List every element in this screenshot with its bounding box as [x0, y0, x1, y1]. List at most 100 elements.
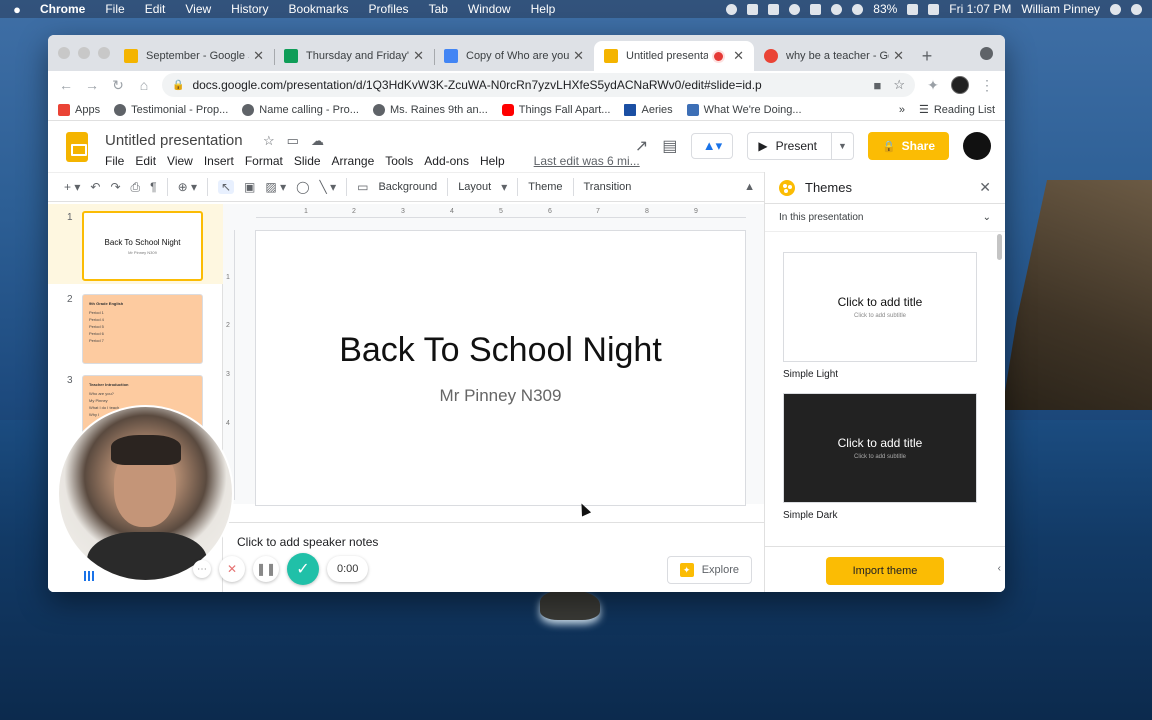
theme-name[interactable]: Simple Dark — [783, 510, 837, 521]
text-box-icon[interactable]: ▣ — [244, 180, 255, 194]
browser-tab-active[interactable]: Untitled presentatio ✕ — [594, 41, 754, 71]
finish-recording-button[interactable]: ✓ — [287, 553, 319, 585]
siri-icon[interactable] — [1131, 3, 1142, 15]
current-slide[interactable]: Back To School Night Mr Pinney N309 — [255, 230, 746, 506]
theme-card-simple-light[interactable]: Click to add title Click to add subtitle — [783, 252, 977, 362]
shield-icon[interactable] — [810, 3, 822, 15]
slides-logo-icon[interactable] — [66, 132, 88, 162]
bookmark-item[interactable]: What We're Doing... — [686, 103, 802, 116]
theme-button[interactable]: Theme — [528, 181, 562, 193]
side-panel-toggle-icon[interactable]: ‹ — [998, 563, 1001, 574]
browser-tab[interactable]: why be a teacher - Go ✕ — [754, 41, 914, 71]
activity-trend-icon[interactable]: ↗ — [635, 136, 648, 156]
browser-tab[interactable]: Copy of Who are you - ✕ — [434, 41, 594, 71]
slides-menu-arrange[interactable]: Arrange — [332, 154, 375, 168]
reload-icon[interactable]: ↻ — [110, 77, 126, 94]
cancel-recording-button[interactable]: ✕ — [219, 556, 245, 582]
print-icon[interactable]: ⎙ — [131, 180, 141, 195]
contacts-icon[interactable] — [768, 3, 780, 15]
more-options-icon[interactable]: ⋯ — [193, 560, 211, 578]
star-icon[interactable]: ☆ — [263, 133, 275, 149]
menu-tab[interactable]: Tab — [429, 2, 448, 16]
url-text[interactable]: docs.google.com/presentation/d/1Q3HdKvW3… — [192, 78, 861, 92]
pause-recording-button[interactable]: ❚❚ — [253, 556, 279, 582]
menu-history[interactable]: History — [231, 2, 268, 16]
slides-menu-view[interactable]: View — [167, 154, 193, 168]
collapse-toolbar-icon[interactable]: ▲ — [744, 181, 755, 193]
menu-file[interactable]: File — [105, 2, 124, 16]
battery-percent[interactable]: 83% — [873, 2, 897, 16]
spotlight-search-icon[interactable] — [1110, 3, 1121, 15]
slides-menu-insert[interactable]: Insert — [204, 154, 234, 168]
apple-icon[interactable]: ● — [10, 2, 24, 17]
cloud-status-icon[interactable]: ☁ — [311, 133, 324, 149]
slides-menu-format[interactable]: Format — [245, 154, 283, 168]
menu-window[interactable]: Window — [468, 2, 511, 16]
present-button[interactable]: ▶ Present ▼ — [747, 132, 854, 160]
lock-icon[interactable]: 🔒 — [172, 80, 184, 91]
sync-icon[interactable] — [789, 3, 801, 15]
forward-arrow-icon[interactable]: → — [84, 77, 100, 93]
back-arrow-icon[interactable]: ← — [58, 77, 74, 93]
menu-edit[interactable]: Edit — [145, 2, 166, 16]
present-to-meeting-button[interactable]: ▲▾ — [691, 133, 734, 159]
bookmark-item[interactable]: Aeries — [624, 103, 673, 116]
document-title[interactable]: Untitled presentation — [105, 132, 243, 149]
kebab-menu-icon[interactable]: ⋮ — [979, 77, 995, 94]
menubar-user[interactable]: William Pinney — [1021, 2, 1100, 16]
browser-tab[interactable]: Thursday and Friday's ✕ — [274, 41, 434, 71]
undo-icon[interactable]: ↶ — [90, 180, 100, 194]
zoom-icon[interactable]: ⊕ ▾ — [178, 180, 197, 194]
close-window-button[interactable] — [58, 47, 70, 59]
close-tab-icon[interactable]: ✕ — [413, 48, 424, 64]
line-icon[interactable]: ╲ ▾ — [320, 180, 337, 194]
slides-menu-tools[interactable]: Tools — [385, 154, 413, 168]
paint-format-icon[interactable]: ¶ — [150, 180, 156, 194]
bookmark-item[interactable]: Testimonial - Prop... — [114, 103, 228, 116]
menu-view[interactable]: View — [185, 2, 211, 16]
more-bookmarks-icon[interactable]: » — [899, 104, 905, 116]
flag-icon[interactable] — [928, 3, 940, 15]
theme-card-simple-dark[interactable]: Click to add title Click to add subtitle — [783, 393, 977, 503]
themes-scrollbar[interactable] — [997, 234, 1002, 260]
account-avatar[interactable] — [963, 132, 991, 160]
minimize-window-button[interactable] — [78, 47, 90, 59]
bookmark-item[interactable]: Ms. Raines 9th an... — [372, 103, 488, 116]
horizontal-ruler[interactable]: 1 2 3 4 5 6 7 8 9 — [256, 208, 746, 218]
close-tab-icon[interactable]: ✕ — [893, 48, 904, 64]
microphone-icon[interactable] — [726, 3, 738, 15]
image-icon[interactable]: ▨ ▾ — [265, 180, 286, 194]
camera-icon[interactable]: ■ — [873, 78, 881, 93]
theme-name[interactable]: Simple Light — [783, 369, 838, 380]
slides-menu-slide[interactable]: Slide — [294, 154, 321, 168]
move-folder-icon[interactable]: ▭ — [287, 133, 299, 149]
profile-avatar[interactable] — [951, 76, 969, 94]
zoom-window-button[interactable] — [98, 47, 110, 59]
extensions-puzzle-icon[interactable]: ✦ — [925, 77, 941, 94]
slides-menu-edit[interactable]: Edit — [135, 154, 156, 168]
present-dropdown-icon[interactable]: ▼ — [832, 141, 853, 151]
slide-thumbnail[interactable]: Back To School Night Mr Pinney N309 — [82, 211, 203, 281]
bluetooth-icon[interactable] — [831, 3, 843, 15]
bookmark-apps[interactable]: Apps — [58, 103, 100, 116]
slide-thumbnail[interactable]: 9th Grade English Period 1 Period 4 Peri… — [82, 294, 203, 364]
close-tab-icon[interactable]: ✕ — [573, 48, 584, 64]
comment-add-icon[interactable]: ▭ — [357, 180, 368, 194]
shape-icon[interactable]: ◯ — [296, 180, 309, 194]
new-tab-button[interactable]: + — [914, 41, 940, 71]
bookmark-item[interactable]: Name calling - Pro... — [242, 103, 359, 116]
slide-title[interactable]: Back To School Night — [339, 331, 662, 370]
omnibox[interactable]: 🔒 docs.google.com/presentation/d/1Q3HdKv… — [162, 73, 915, 97]
last-edit-link[interactable]: Last edit was 6 mi... — [534, 154, 640, 168]
background-button[interactable]: Background — [378, 181, 437, 193]
menu-app-name[interactable]: Chrome — [40, 2, 85, 16]
speaker-notes-placeholder[interactable]: Click to add speaker notes — [237, 535, 378, 549]
import-theme-button[interactable]: Import theme — [826, 557, 944, 585]
slide-subtitle[interactable]: Mr Pinney N309 — [440, 386, 562, 406]
redo-icon[interactable]: ↷ — [110, 180, 120, 194]
reading-list-button[interactable]: ☰ Reading List — [919, 103, 995, 117]
wifi-icon[interactable] — [852, 3, 864, 15]
layout-button[interactable]: Layout — [458, 181, 491, 193]
recorder-menu-icon[interactable] — [84, 571, 96, 581]
menu-profiles[interactable]: Profiles — [369, 2, 409, 16]
